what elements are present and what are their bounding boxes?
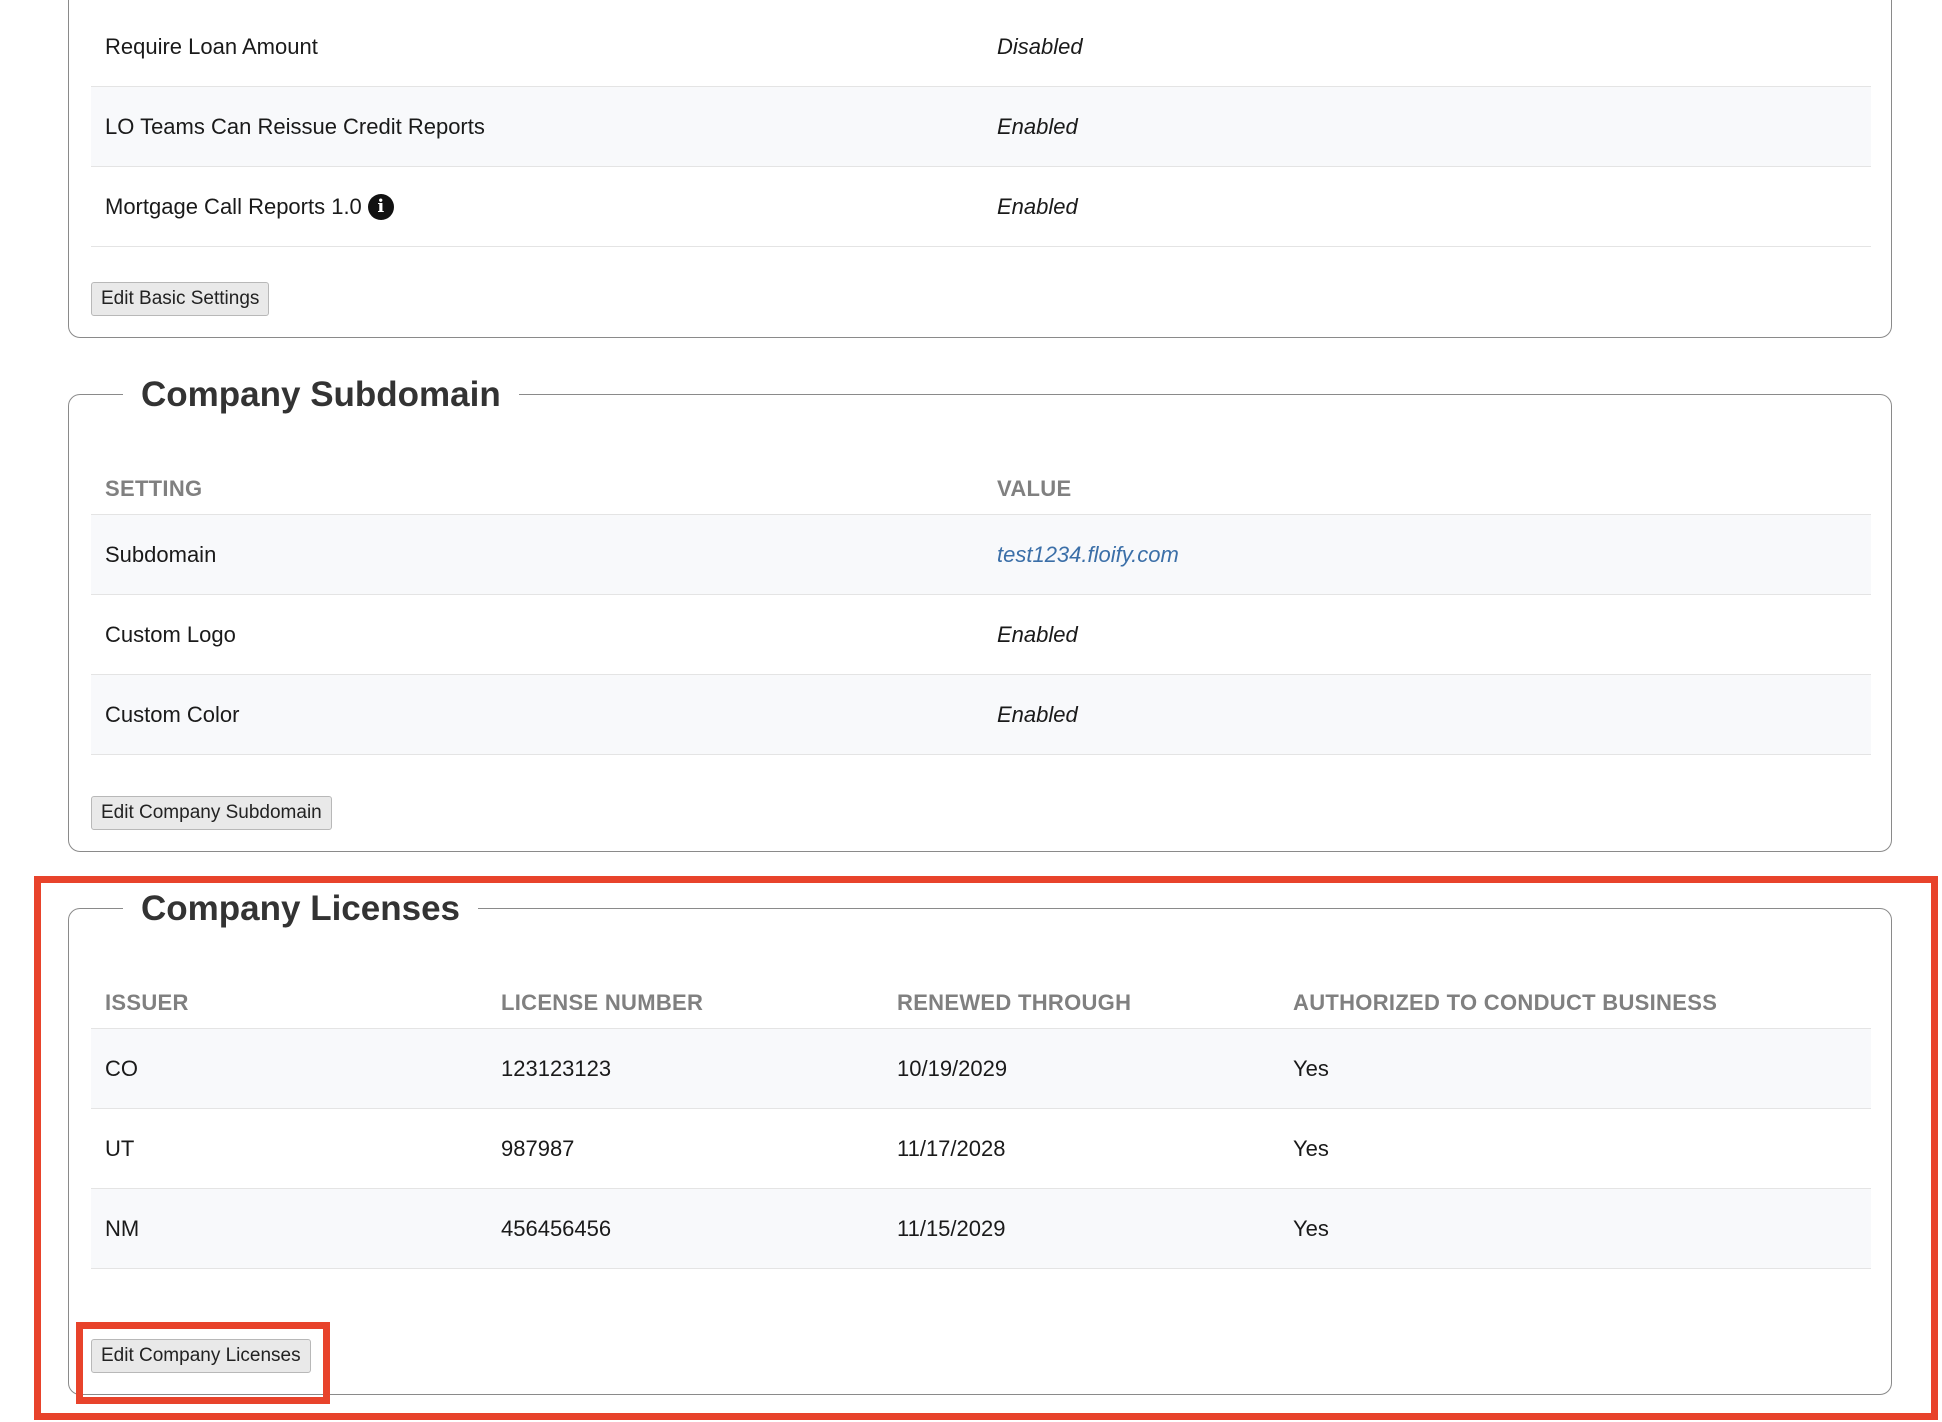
setting-name: Custom Color — [105, 701, 240, 727]
licenses-table: ISSUER LICENSE NUMBER RENEWED THROUGH AU… — [91, 969, 1871, 1269]
section-title: Company Subdomain — [123, 373, 519, 417]
company-subdomain-panel: Company Subdomain SETTING VALUE Subdomai… — [68, 373, 1892, 852]
table-row: Subdomain test1234.floify.com — [91, 515, 1871, 595]
basic-settings-panel: Require Loan Amount Disabled LO Teams Ca… — [68, 0, 1892, 338]
issuer-cell: NM — [105, 1215, 140, 1241]
basic-settings-table: Require Loan Amount Disabled LO Teams Ca… — [91, 7, 1871, 247]
column-header: ISSUER — [105, 990, 189, 1015]
table-header-row: SETTING VALUE — [91, 455, 1871, 515]
table-row: Custom Logo Enabled — [91, 595, 1871, 675]
info-icon[interactable]: i — [367, 193, 394, 220]
column-header: AUTHORIZED TO CONDUCT BUSINESS — [1293, 990, 1718, 1015]
license-number-cell: 123123123 — [501, 1055, 612, 1081]
table-row: CO 123123123 10/19/2029 Yes — [91, 1029, 1871, 1109]
authorized-cell: Yes — [1293, 1135, 1329, 1161]
license-number-cell: 456456456 — [501, 1215, 612, 1241]
edit-basic-settings-button[interactable]: Edit Basic Settings — [91, 282, 270, 316]
column-header: SETTING — [105, 476, 203, 501]
setting-name-cell: Mortgage Call Reports 1.0 i — [105, 167, 394, 246]
column-header: LICENSE NUMBER — [501, 990, 704, 1015]
issuer-cell: CO — [105, 1055, 138, 1081]
section-title: Company Licenses — [123, 887, 478, 931]
setting-name: Subdomain — [105, 541, 217, 567]
setting-name: Require Loan Amount — [105, 33, 318, 59]
edit-company-subdomain-button[interactable]: Edit Company Subdomain — [91, 796, 332, 830]
table-row: Require Loan Amount Disabled — [91, 7, 1871, 87]
setting-name: Mortgage Call Reports 1.0 — [105, 193, 362, 219]
table-row: Custom Color Enabled — [91, 675, 1871, 755]
issuer-cell: UT — [105, 1135, 135, 1161]
subdomain-table: SETTING VALUE Subdomain test1234.floify.… — [91, 455, 1871, 755]
license-number-cell: 987987 — [501, 1135, 575, 1161]
company-licenses-panel: Company Licenses ISSUER LICENSE NUMBER R… — [68, 887, 1892, 1395]
setting-value: Enabled — [997, 193, 1078, 219]
setting-value: Enabled — [997, 701, 1078, 727]
setting-value: Enabled — [997, 621, 1078, 647]
table-header-row: ISSUER LICENSE NUMBER RENEWED THROUGH AU… — [91, 969, 1871, 1029]
settings-page: Require Loan Amount Disabled LO Teams Ca… — [0, 0, 1942, 1422]
setting-name: LO Teams Can Reissue Credit Reports — [105, 113, 485, 139]
setting-value: Disabled — [997, 33, 1083, 59]
column-header: VALUE — [997, 476, 1072, 501]
authorized-cell: Yes — [1293, 1055, 1329, 1081]
renewed-through-cell: 11/15/2029 — [897, 1215, 1006, 1241]
renewed-through-cell: 11/17/2028 — [897, 1135, 1006, 1161]
edit-company-licenses-button[interactable]: Edit Company Licenses — [91, 1339, 311, 1373]
setting-name: Custom Logo — [105, 621, 236, 647]
subdomain-link[interactable]: test1234.floify.com — [997, 515, 1179, 594]
table-row: UT 987987 11/17/2028 Yes — [91, 1109, 1871, 1189]
table-row: NM 456456456 11/15/2029 Yes — [91, 1189, 1871, 1269]
column-header: RENEWED THROUGH — [897, 990, 1132, 1015]
setting-value: Enabled — [997, 113, 1078, 139]
renewed-through-cell: 10/19/2029 — [897, 1055, 1008, 1081]
authorized-cell: Yes — [1293, 1215, 1329, 1241]
table-row: LO Teams Can Reissue Credit Reports Enab… — [91, 87, 1871, 167]
table-row: Mortgage Call Reports 1.0 i Enabled — [91, 167, 1871, 247]
